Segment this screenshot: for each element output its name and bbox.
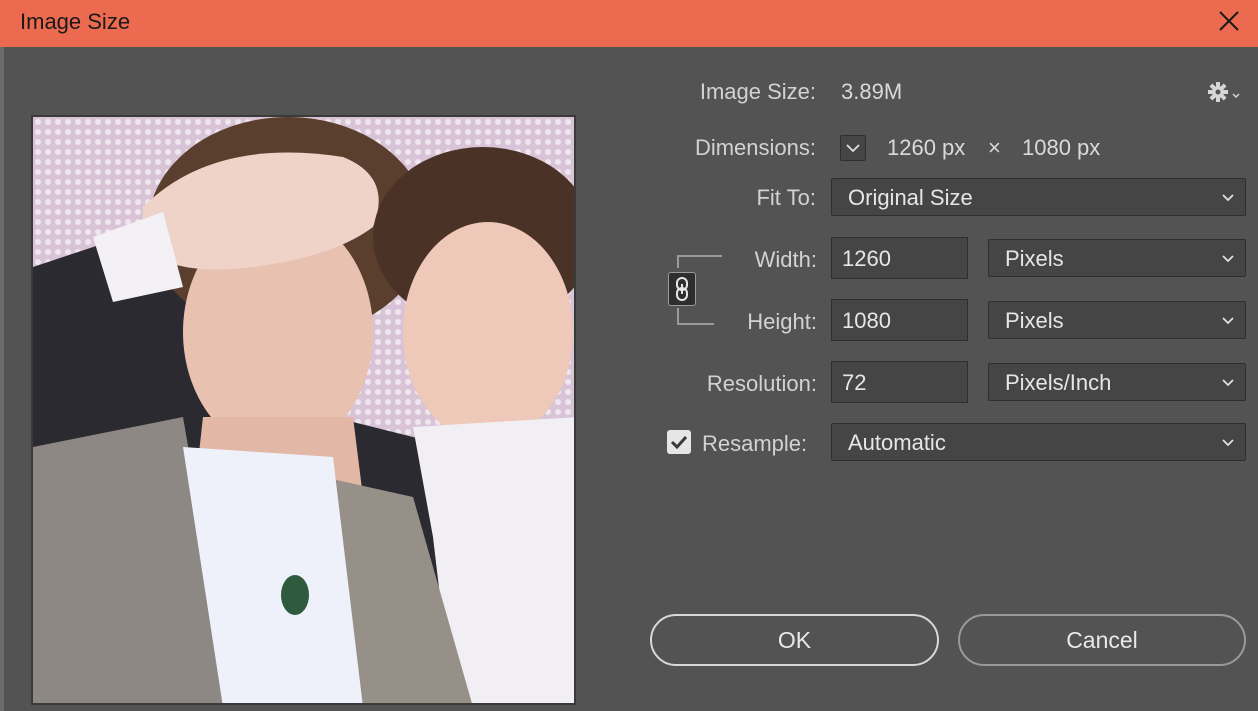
close-icon[interactable] xyxy=(1214,6,1244,36)
chevron-down-icon xyxy=(1222,317,1234,325)
height-label: Height: xyxy=(747,309,817,334)
title-bar: Image Size xyxy=(0,0,1258,47)
window-title: Image Size xyxy=(20,9,131,34)
dimensions-height: 1080 px xyxy=(1022,135,1101,160)
dimensions-width: 1260 px xyxy=(887,135,966,160)
resolution-unit-value: Pixels/Inch xyxy=(1005,370,1112,395)
fit-to-value: Original Size xyxy=(848,185,973,210)
chevron-down-icon xyxy=(846,144,860,153)
fit-to-label: Fit To: xyxy=(756,185,816,210)
width-unit-value: Pixels xyxy=(1005,246,1064,271)
image-size-value: 3.89M xyxy=(841,79,903,104)
dimensions-label: Dimensions: xyxy=(694,135,816,160)
height-unit-dropdown[interactable]: Pixels xyxy=(988,301,1246,339)
resolution-unit-dropdown[interactable]: Pixels/Inch xyxy=(988,363,1246,401)
chevron-down-icon xyxy=(1222,379,1234,387)
chevron-down-icon xyxy=(1222,194,1234,202)
checkmark-icon xyxy=(670,435,688,450)
resolution-label: Resolution: xyxy=(706,371,817,396)
ok-button[interactable]: OK xyxy=(650,614,939,666)
width-label: Width: xyxy=(754,247,817,272)
image-preview[interactable] xyxy=(31,115,576,705)
chevron-down-icon xyxy=(1222,255,1234,263)
preview-photo xyxy=(33,117,574,703)
image-size-label: Image Size: xyxy=(699,79,816,104)
resample-dropdown[interactable]: Automatic xyxy=(831,423,1246,461)
gear-icon[interactable] xyxy=(1206,80,1242,104)
cancel-button[interactable]: Cancel xyxy=(958,614,1246,666)
link-icon xyxy=(676,277,688,301)
dimensions-unit-dropdown[interactable] xyxy=(840,135,866,161)
fit-to-dropdown[interactable]: Original Size xyxy=(831,178,1246,216)
resample-value: Automatic xyxy=(848,430,946,455)
height-input[interactable]: 1080 xyxy=(831,299,968,341)
chevron-down-icon xyxy=(1222,439,1234,447)
dimensions-times: × xyxy=(988,135,1001,160)
resample-checkbox[interactable] xyxy=(667,430,691,454)
width-input[interactable]: 1260 xyxy=(831,237,968,279)
width-unit-dropdown[interactable]: Pixels xyxy=(988,239,1246,277)
constrain-proportions-button[interactable] xyxy=(668,272,696,306)
resample-label: Resample: xyxy=(702,431,808,456)
resolution-input[interactable]: 72 xyxy=(831,361,968,403)
height-unit-value: Pixels xyxy=(1005,308,1064,333)
image-size-dialog: Image Size: 3.89M Dimensions: 1260 px × … xyxy=(0,47,1258,711)
